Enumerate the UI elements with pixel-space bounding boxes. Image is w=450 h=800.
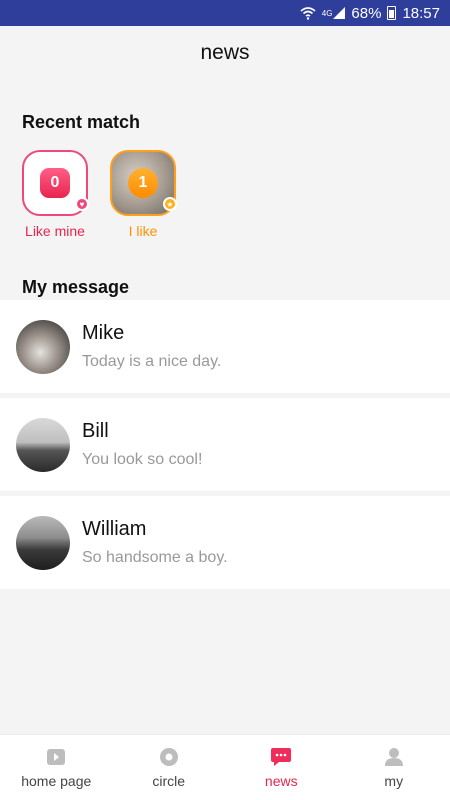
tab-label: news <box>264 772 298 789</box>
bottom-tab-bar: home page circle news my <box>0 734 450 800</box>
circle-icon <box>158 747 180 767</box>
i-like-frame: 1 ★ <box>110 150 177 216</box>
tab-circle[interactable]: circle <box>113 735 226 800</box>
sender-name: Mike <box>82 322 125 344</box>
star-icon: ★ <box>163 197 177 211</box>
recent-match-title: Recent match <box>22 112 141 132</box>
i-like-button[interactable]: 1 ★ I like <box>110 150 177 239</box>
i-like-count: 1 <box>128 168 158 198</box>
sender-name: William <box>82 518 147 540</box>
battery-percentage: 68% <box>351 4 382 22</box>
like-mine-label: Like mine <box>25 223 85 239</box>
like-mine-button[interactable]: 0 ♥ Like mine <box>22 150 89 239</box>
heart-icon: ♥ <box>75 197 89 211</box>
sender-name: Bill <box>82 420 109 442</box>
tab-label: my <box>384 772 404 789</box>
tab-label: home page <box>21 772 92 789</box>
message-row[interactable]: Bill You look so cool! <box>0 398 450 491</box>
wifi-icon <box>300 6 316 20</box>
like-mine-frame: 0 ♥ <box>22 150 89 216</box>
message-row[interactable]: William So handsome a boy. <box>0 496 450 589</box>
battery-icon <box>387 6 397 20</box>
page-title: news <box>200 41 250 64</box>
tab-my[interactable]: my <box>338 735 450 800</box>
tab-home-page[interactable]: home page <box>0 735 113 800</box>
network-type: 4G <box>321 8 333 18</box>
avatar[interactable] <box>16 417 70 472</box>
message-row[interactable]: Mike Today is a nice day. <box>0 300 450 393</box>
tab-news[interactable]: news <box>225 735 338 800</box>
clock: 18:57 <box>402 4 440 22</box>
avatar[interactable] <box>16 515 70 570</box>
message-preview: You look so cool! <box>82 451 203 468</box>
avatar[interactable] <box>16 319 70 374</box>
video-icon <box>45 747 67 767</box>
my-message-title: My message <box>22 277 130 297</box>
i-like-label: I like <box>128 223 158 239</box>
chat-icon <box>270 747 292 767</box>
tab-label: circle <box>152 772 186 789</box>
message-preview: So handsome a boy. <box>82 549 228 566</box>
status-bar: 4G 68% 18:57 <box>0 0 450 26</box>
message-list: Mike Today is a nice day. Bill You look … <box>0 300 450 594</box>
message-preview: Today is a nice day. <box>82 353 222 370</box>
cell-signal-icon: 4G <box>322 7 346 19</box>
like-mine-count: 0 <box>40 168 70 198</box>
person-icon <box>383 747 405 767</box>
